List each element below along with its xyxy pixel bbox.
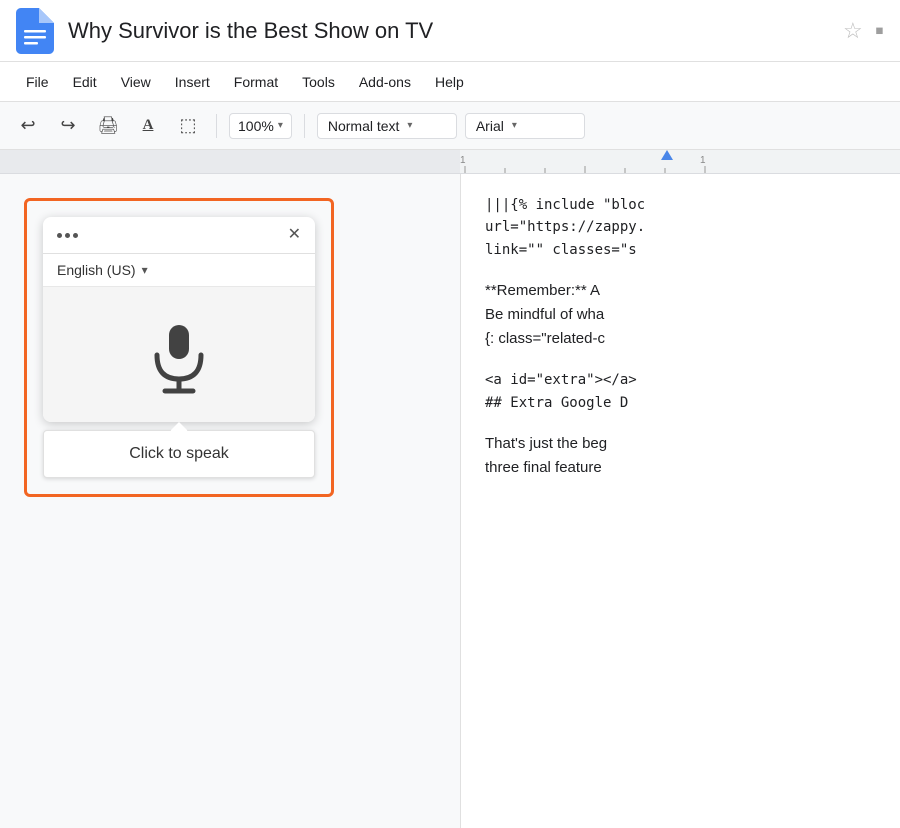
microphone-icon[interactable] bbox=[139, 317, 219, 397]
language-selector[interactable]: English (US) ▾ bbox=[43, 254, 315, 287]
font-chevron: ▾ bbox=[512, 120, 517, 131]
undo-button[interactable]: ↩ bbox=[12, 110, 44, 142]
ruler-right: 1 1 bbox=[460, 150, 900, 173]
menu-format[interactable]: Format bbox=[224, 70, 288, 94]
menu-addons[interactable]: Add-ons bbox=[349, 70, 421, 94]
menu-help[interactable]: Help bbox=[425, 70, 474, 94]
close-button[interactable]: ✕ bbox=[288, 227, 301, 243]
ruler-ticks: 1 1 bbox=[460, 150, 900, 174]
doc-content: |||{% include "bloc url="https://zappy. … bbox=[485, 194, 876, 480]
menu-file[interactable]: File bbox=[16, 70, 59, 94]
svg-text:1: 1 bbox=[460, 155, 466, 166]
right-panel[interactable]: |||{% include "bloc url="https://zappy. … bbox=[460, 174, 900, 828]
menu-tools[interactable]: Tools bbox=[292, 70, 345, 94]
redo-button[interactable]: ↪ bbox=[52, 110, 84, 142]
ruler: 1 1 bbox=[0, 150, 900, 174]
voice-dialog-header: ✕ bbox=[43, 217, 315, 254]
menu-edit[interactable]: Edit bbox=[63, 70, 107, 94]
dot-2 bbox=[65, 233, 70, 238]
doc-line-4: That's just the beg three final feature bbox=[485, 432, 876, 480]
language-label: English (US) bbox=[57, 262, 136, 278]
title-icons: ☆ ▪ bbox=[843, 15, 884, 46]
dot-3 bbox=[73, 233, 78, 238]
menu-bar: File Edit View Insert Format Tools Add-o… bbox=[0, 62, 900, 102]
font-value: Arial bbox=[476, 118, 504, 134]
document-title[interactable]: Why Survivor is the Best Show on TV bbox=[68, 18, 843, 44]
font-selector[interactable]: Arial ▾ bbox=[465, 113, 585, 139]
dots-menu[interactable] bbox=[57, 233, 78, 238]
doc-line-2: **Remember:** A Be mindful of wha {: cla… bbox=[485, 279, 876, 351]
print-button[interactable]: 🖨 bbox=[92, 110, 124, 142]
svg-text:1: 1 bbox=[700, 155, 706, 166]
click-to-speak-label: Click to speak bbox=[129, 445, 229, 462]
gdocs-icon bbox=[16, 8, 54, 54]
left-panel: ✕ English (US) ▾ bbox=[0, 174, 460, 828]
title-bar: Why Survivor is the Best Show on TV ☆ ▪ bbox=[0, 0, 900, 62]
star-icon[interactable]: ☆ bbox=[843, 18, 863, 44]
menu-view[interactable]: View bbox=[111, 70, 161, 94]
zoom-selector[interactable]: 100% ▾ bbox=[229, 113, 292, 139]
mic-area[interactable] bbox=[43, 287, 315, 422]
voice-widget-container: ✕ English (US) ▾ bbox=[24, 198, 334, 497]
zoom-value: 100% bbox=[238, 118, 274, 134]
ruler-left bbox=[0, 150, 460, 173]
menu-insert[interactable]: Insert bbox=[165, 70, 220, 94]
document-area: ✕ English (US) ▾ bbox=[0, 174, 900, 828]
style-chevron: ▾ bbox=[407, 120, 412, 131]
style-selector[interactable]: Normal text ▾ bbox=[317, 113, 457, 139]
spellcheck-button[interactable]: A bbox=[132, 110, 164, 142]
style-value: Normal text bbox=[328, 118, 400, 134]
zoom-chevron: ▾ bbox=[278, 120, 283, 131]
language-chevron: ▾ bbox=[142, 263, 148, 277]
click-to-speak-tooltip[interactable]: Click to speak bbox=[43, 430, 315, 478]
doc-line-1: |||{% include "bloc url="https://zappy. … bbox=[485, 194, 876, 261]
toolbar: ↩ ↪ 🖨 A ⬚ 100% ▾ Normal text ▾ Arial ▾ bbox=[0, 102, 900, 150]
toolbar-divider-1 bbox=[216, 114, 217, 138]
dot-1 bbox=[57, 233, 62, 238]
doc-line-3: <a id="extra"></a> ## Extra Google D bbox=[485, 369, 876, 414]
toolbar-divider-2 bbox=[304, 114, 305, 138]
voice-dialog: ✕ English (US) ▾ bbox=[43, 217, 315, 422]
folder-icon[interactable]: ▪ bbox=[875, 15, 884, 46]
paint-format-button[interactable]: ⬚ bbox=[172, 110, 204, 142]
